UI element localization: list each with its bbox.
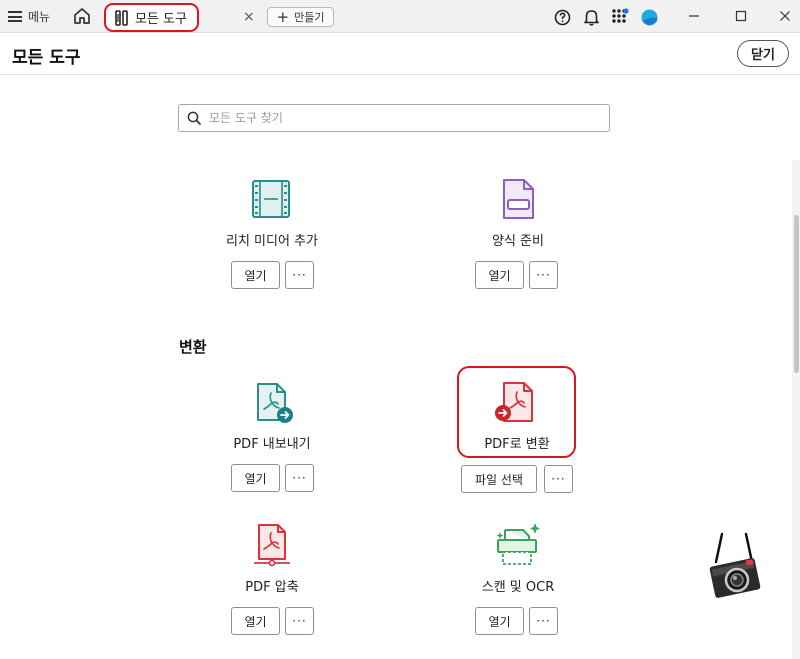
minimize-button[interactable] <box>684 6 704 26</box>
profile-button[interactable] <box>640 8 658 26</box>
camera-sticker-icon <box>709 532 761 598</box>
title-bar: 메뉴 모든 도구 × + 만들기 <box>0 0 800 33</box>
menu-button[interactable]: 메뉴 <box>8 8 50 25</box>
tool-label-prepare-form: 양식 준비 <box>492 234 544 249</box>
export-pdf-icon[interactable] <box>253 382 297 426</box>
tool-label-scan-ocr: 스캔 및 OCR <box>481 580 555 595</box>
prepare-form-icon[interactable] <box>496 178 540 222</box>
maximize-button[interactable] <box>731 6 751 26</box>
section-title-convert: 변환 <box>179 338 207 356</box>
export-pdf-more-button[interactable]: ··· <box>285 464 314 492</box>
tool-label-create-pdf: PDF로 변환 <box>484 437 550 452</box>
create-button[interactable]: + 만들기 <box>267 7 334 27</box>
prepare-form-open-button[interactable]: 열기 <box>475 261 524 289</box>
hamburger-icon <box>8 11 22 22</box>
rich-media-more-button[interactable]: ··· <box>285 261 314 289</box>
notifications-button[interactable] <box>582 8 600 26</box>
window-close-button[interactable] <box>775 6 795 26</box>
export-pdf-open-button[interactable]: 열기 <box>231 464 280 492</box>
tab-label: 모든 도구 <box>135 12 187 27</box>
search-input[interactable] <box>209 111 589 125</box>
compress-pdf-more-button[interactable]: ··· <box>285 607 314 635</box>
search-box[interactable] <box>178 104 610 132</box>
rich-media-icon[interactable] <box>250 178 294 222</box>
compress-pdf-open-button[interactable]: 열기 <box>231 607 280 635</box>
close-tools-button[interactable]: 닫기 <box>737 40 789 67</box>
apps-button[interactable] <box>611 8 629 26</box>
tab-close-button[interactable]: × <box>243 9 255 25</box>
help-button[interactable] <box>553 8 571 26</box>
bell-icon <box>583 10 599 26</box>
home-icon <box>74 8 90 24</box>
tools-icon <box>115 9 128 26</box>
tool-label-rich-media: 리치 미디어 추가 <box>226 234 318 249</box>
scan-ocr-open-button[interactable]: 열기 <box>475 607 524 635</box>
plus-icon: + <box>276 7 290 26</box>
close-icon <box>780 11 790 21</box>
scan-ocr-more-button[interactable]: ··· <box>529 607 558 635</box>
compress-pdf-icon[interactable] <box>250 523 294 567</box>
rich-media-open-button[interactable]: 열기 <box>231 261 280 289</box>
avatar-icon <box>641 9 657 25</box>
minimize-icon <box>689 15 699 17</box>
tool-label-export-pdf: PDF 내보내기 <box>233 437 311 452</box>
create-pdf-more-button[interactable]: ··· <box>544 465 573 493</box>
tab-all-tools[interactable]: 모든 도구 <box>104 3 199 32</box>
prepare-form-more-button[interactable]: ··· <box>529 261 558 289</box>
scrollbar-thumb[interactable] <box>794 215 799 373</box>
help-icon <box>554 9 570 25</box>
create-pdf-icon[interactable] <box>494 381 538 425</box>
menu-label: 메뉴 <box>28 10 51 24</box>
page-header: 모든 도구 닫기 <box>0 33 800 75</box>
maximize-icon <box>735 10 747 22</box>
page-title: 모든 도구 <box>12 48 81 68</box>
create-label: 만들기 <box>294 11 325 24</box>
home-button[interactable] <box>72 6 92 26</box>
scan-ocr-icon[interactable] <box>496 522 540 566</box>
apps-grid-icon <box>612 8 629 23</box>
search-icon <box>187 111 202 125</box>
tool-label-compress-pdf: PDF 압축 <box>245 580 299 595</box>
create-pdf-select-file-button[interactable]: 파일 선택 <box>461 465 537 493</box>
